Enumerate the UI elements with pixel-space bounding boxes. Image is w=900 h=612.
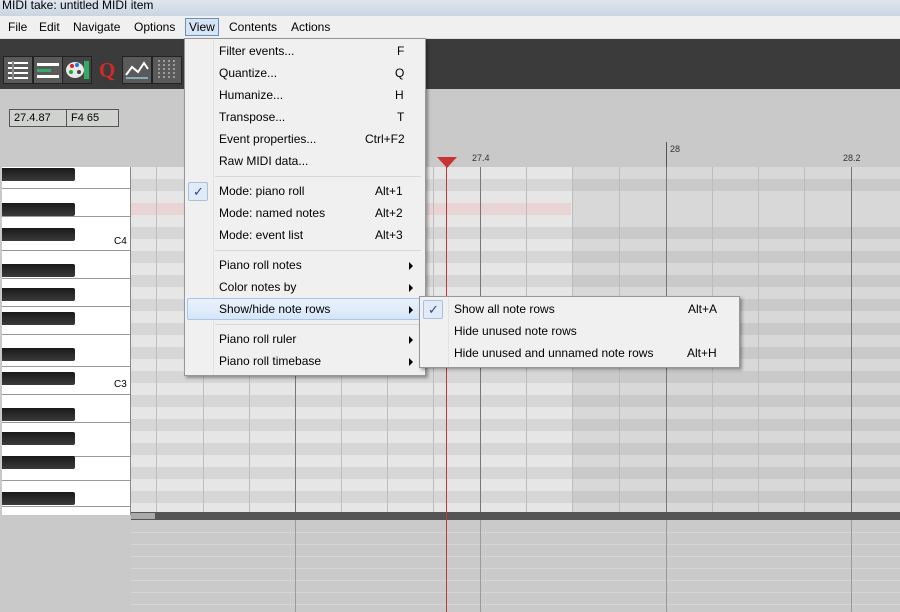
toolbar: Q <box>0 39 900 89</box>
cc-bar-line <box>295 520 296 612</box>
menu-item-filter-events[interactable]: Filter events... F <box>187 41 423 62</box>
submenu-arrow-icon <box>409 262 413 270</box>
menu-item-mode-piano-roll[interactable]: Mode: piano roll Alt+1 <box>187 181 423 202</box>
position-display: 27.4.87 <box>9 109 71 127</box>
menu-item-transpose[interactable]: Transpose... T <box>187 107 423 128</box>
menu-item-humanize[interactable]: Humanize... H <box>187 85 423 106</box>
menu-item-raw-midi-data[interactable]: Raw MIDI data... <box>187 151 423 172</box>
grid-line <box>758 167 759 512</box>
menu-item-show-all-note-rows[interactable]: Show all note rows Alt+A <box>422 299 737 320</box>
quantize-glyph: Q <box>99 58 116 82</box>
white-key <box>2 394 130 395</box>
white-key <box>2 480 130 481</box>
white-key <box>2 216 130 217</box>
white-key <box>2 366 130 367</box>
menu-actions[interactable]: Actions <box>288 19 333 35</box>
menu-item-piano-roll-ruler[interactable]: Piano roll ruler <box>187 329 423 350</box>
cc-grid-line <box>131 580 900 581</box>
show-hide-note-rows-submenu: ✓ Show all note rows Alt+A Hide unused n… <box>419 296 740 368</box>
ruler-label: 28 <box>670 144 681 154</box>
white-key <box>2 250 130 251</box>
event-list-icon[interactable] <box>3 56 33 84</box>
cc-bar-line <box>480 520 481 612</box>
menu-separator <box>215 324 421 325</box>
menu-item-color-notes-by[interactable]: Color notes by <box>187 277 423 298</box>
menu-options[interactable]: Options <box>131 19 178 35</box>
cc-grid-line <box>131 544 900 545</box>
black-key <box>2 288 75 301</box>
menu-bar: File Edit Navigate Options View Contents… <box>0 16 900 39</box>
scroll-grip[interactable] <box>131 513 155 519</box>
cc-bar-line <box>851 520 852 612</box>
piano-roll-icon[interactable] <box>33 56 63 84</box>
cc-grid-line <box>131 568 900 569</box>
edit-cursor-line <box>446 160 447 612</box>
quantize-icon[interactable]: Q <box>92 56 122 84</box>
white-key <box>2 306 130 307</box>
white-key <box>2 188 130 189</box>
menu-view[interactable]: View <box>185 18 219 36</box>
menu-contents[interactable]: Contents <box>226 19 280 35</box>
menu-item-piano-roll-notes[interactable]: Piano roll notes <box>187 255 423 276</box>
menu-item-hide-unused-note-rows[interactable]: Hide unused note rows <box>422 321 737 342</box>
view-menu: Filter events... F Quantize... Q Humaniz… <box>184 38 426 376</box>
grid-line <box>156 167 157 512</box>
window-title: MIDI take: untitled MIDI item <box>2 0 154 12</box>
white-key <box>2 334 130 335</box>
menu-item-hide-unused-unnamed-note-rows[interactable]: Hide unused and unnamed note rows Alt+H <box>422 343 737 364</box>
grid-line-beat <box>851 167 852 512</box>
grid-icon[interactable] <box>152 56 182 84</box>
piano-keyboard[interactable]: C4 C3 <box>2 167 131 515</box>
black-key <box>2 312 75 325</box>
black-key <box>2 348 75 361</box>
white-key <box>2 506 130 507</box>
menu-item-show-hide-note-rows[interactable]: Show/hide note rows <box>187 298 423 320</box>
ruler-bar-line <box>666 142 667 168</box>
black-key <box>2 228 75 241</box>
submenu-arrow-icon <box>409 336 413 344</box>
menu-item-mode-named-notes[interactable]: Mode: named notes Alt+2 <box>187 203 423 224</box>
cc-lane[interactable] <box>131 520 900 612</box>
black-key <box>2 264 75 277</box>
black-key <box>2 408 75 421</box>
menu-item-piano-roll-timebase[interactable]: Piano roll timebase <box>187 351 423 372</box>
menu-separator <box>215 176 421 177</box>
menu-separator <box>215 250 421 251</box>
white-key <box>2 422 130 423</box>
white-key <box>2 278 130 279</box>
submenu-arrow-icon <box>409 306 413 314</box>
menu-item-mode-event-list[interactable]: Mode: event list Alt+3 <box>187 225 423 246</box>
cc-grid-line <box>131 604 900 605</box>
horizontal-scrollbar[interactable] <box>131 512 900 520</box>
menu-navigate[interactable]: Navigate <box>70 19 123 35</box>
cc-grid-line <box>131 592 900 593</box>
black-key <box>2 456 75 469</box>
submenu-arrow-icon <box>409 284 413 292</box>
menu-edit[interactable]: Edit <box>36 19 63 35</box>
edit-cursor-marker[interactable] <box>437 157 457 168</box>
ruler-label: 28.2 <box>843 153 861 163</box>
palette-icon[interactable] <box>62 56 92 84</box>
black-key <box>2 168 75 181</box>
menu-item-quantize[interactable]: Quantize... Q <box>187 63 423 84</box>
title-bar: MIDI take: untitled MIDI item <box>0 0 900 16</box>
ruler-label: 27.4 <box>472 153 490 163</box>
black-key <box>2 372 75 385</box>
key-label-c4: C4 <box>114 236 127 247</box>
submenu-arrow-icon <box>409 358 413 366</box>
black-key <box>2 203 75 216</box>
humanize-icon[interactable] <box>122 56 152 84</box>
cc-grid-line <box>131 532 900 533</box>
black-key <box>2 492 75 505</box>
cc-grid-line <box>131 556 900 557</box>
black-key <box>2 432 75 445</box>
menu-item-event-properties[interactable]: Event properties... Ctrl+F2 <box>187 129 423 150</box>
grid-line <box>804 167 805 512</box>
note-display: F4 65 <box>66 109 119 127</box>
cc-bar-line <box>666 520 667 612</box>
menu-file[interactable]: File <box>5 19 30 35</box>
key-label-c3: C3 <box>114 379 127 390</box>
